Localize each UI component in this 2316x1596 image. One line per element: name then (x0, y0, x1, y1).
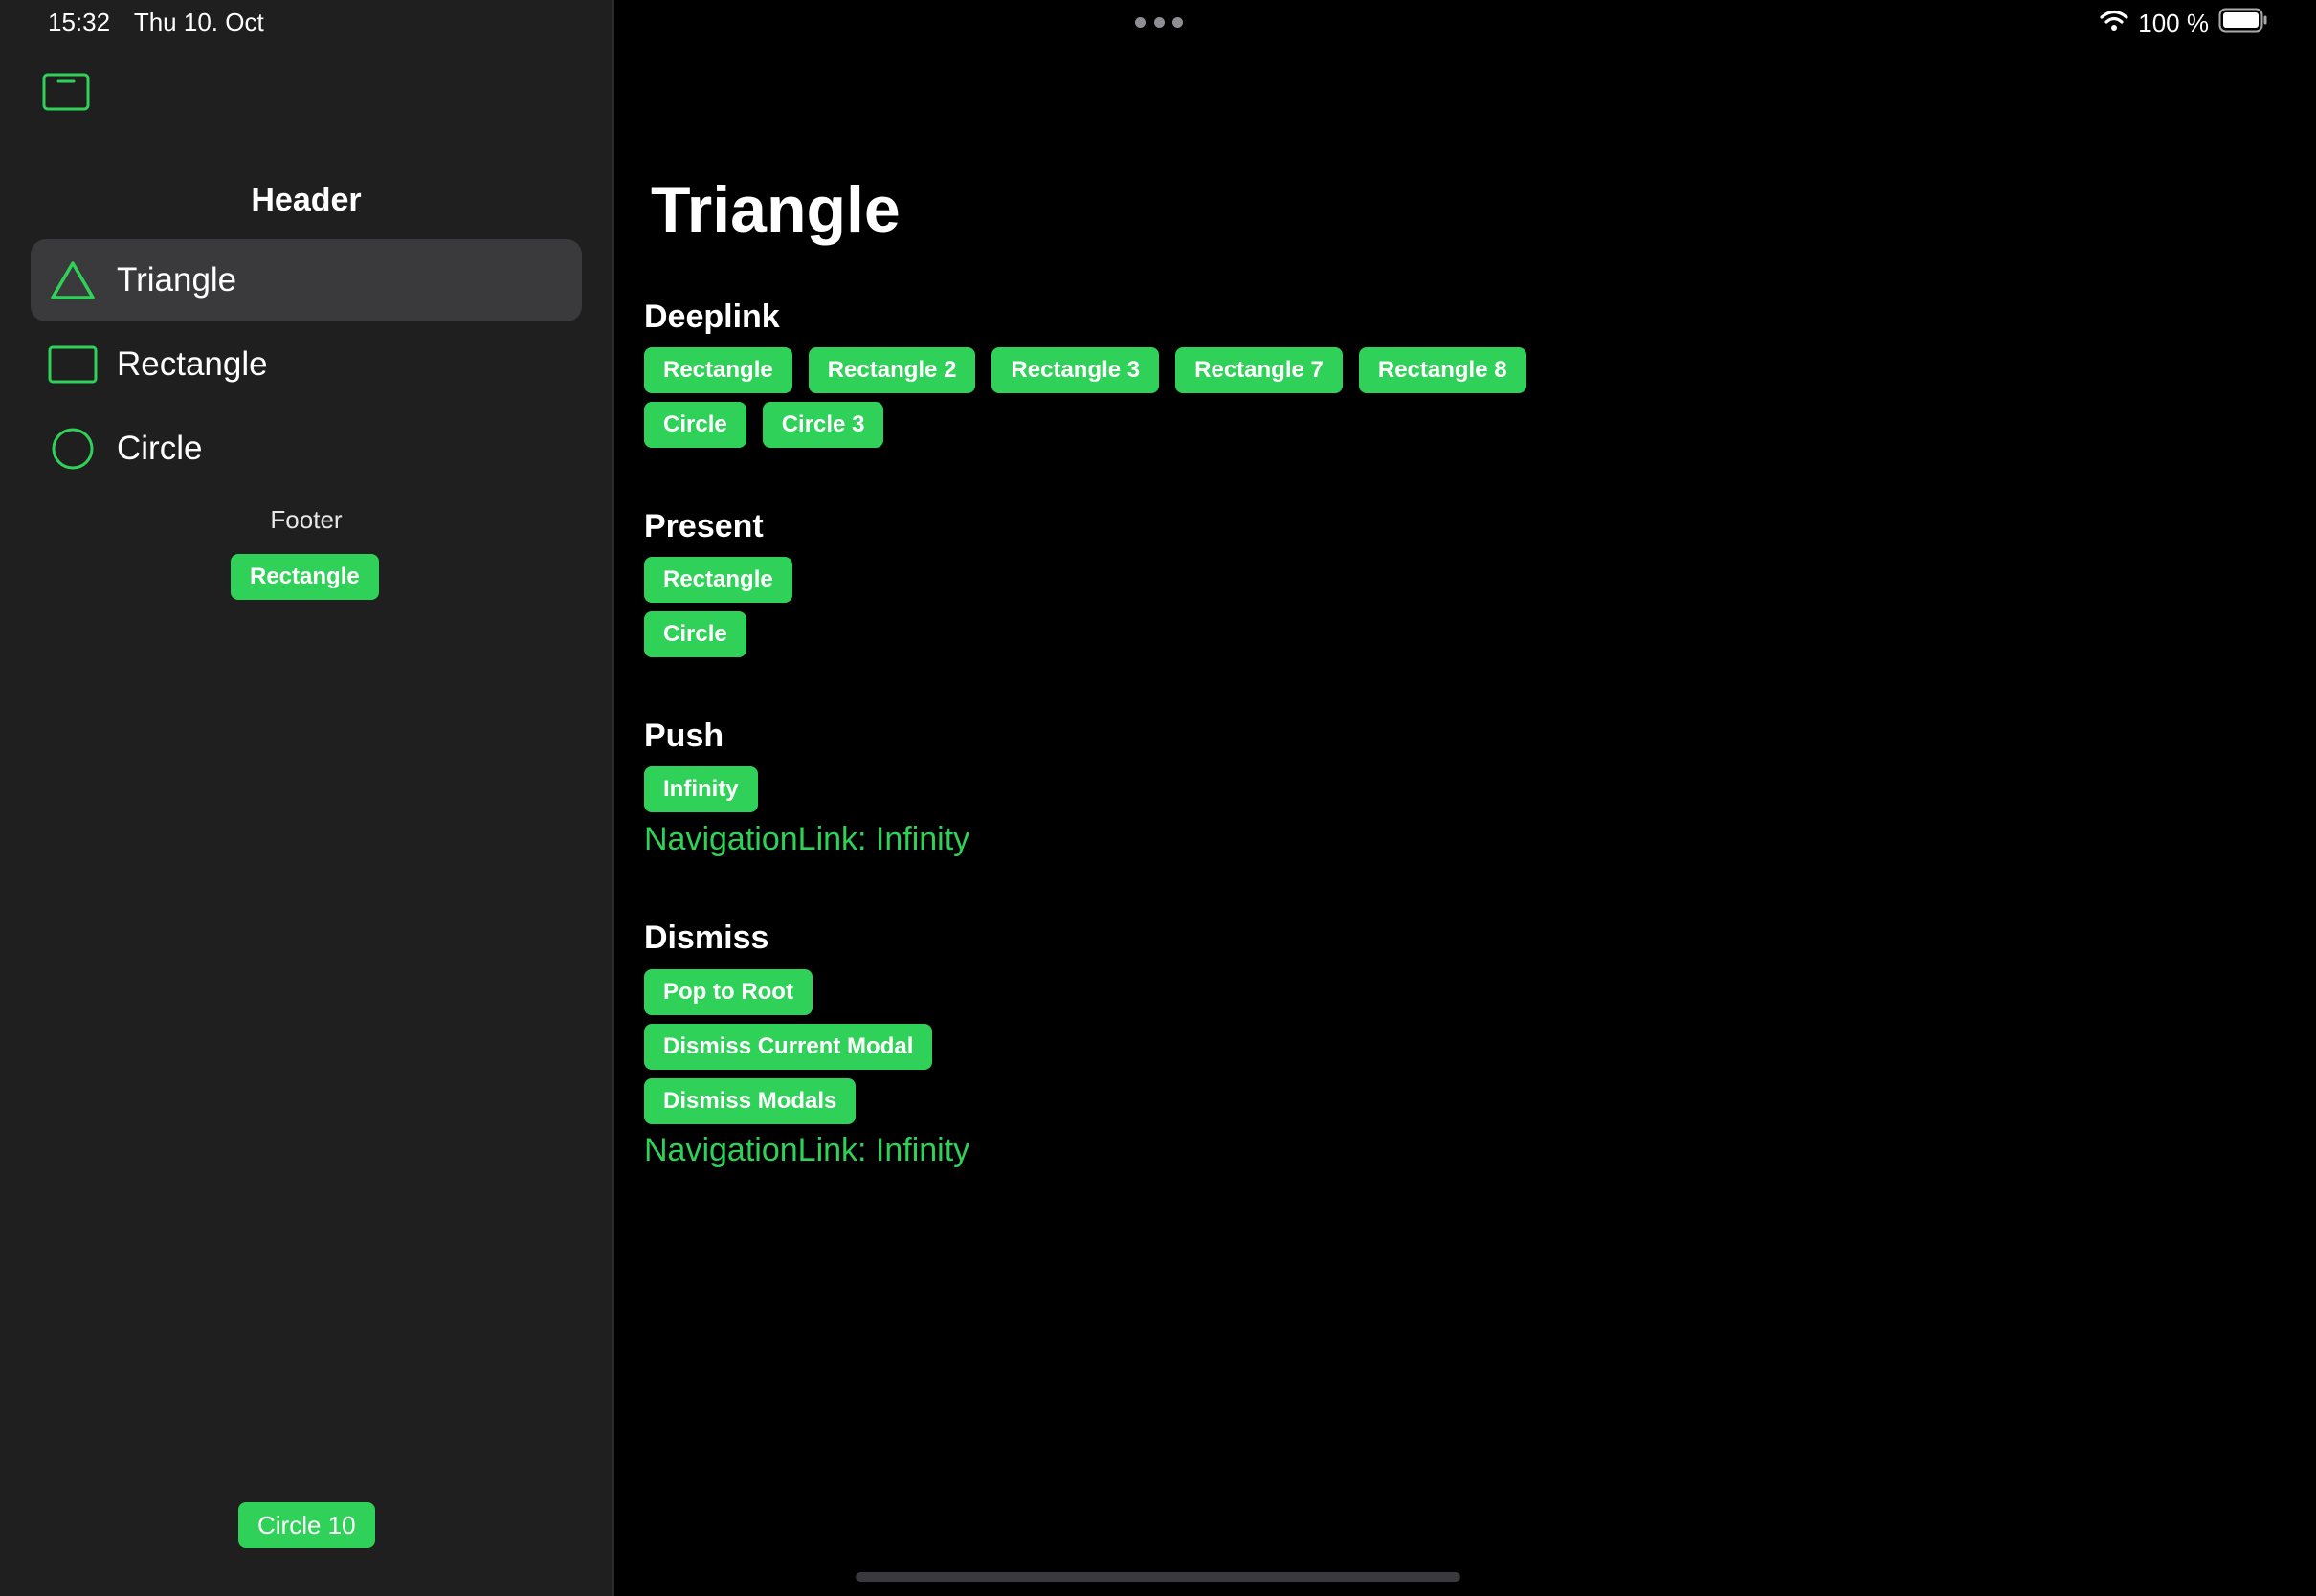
wifi-icon (2100, 9, 2128, 38)
deeplink-circle-button[interactable]: Circle (644, 402, 746, 448)
page-title: Triangle (651, 173, 901, 246)
push-infinity-button[interactable]: Infinity (644, 766, 758, 812)
multitasking-dots-icon[interactable] (1135, 15, 1183, 29)
dismiss-buttons-row-2: Dismiss Current Modal (644, 1024, 933, 1070)
deeplink-rectangle-7-button[interactable]: Rectangle 7 (1175, 347, 1343, 393)
dismiss-modals-button[interactable]: Dismiss Modals (644, 1078, 857, 1124)
battery-percentage: 100 % (2138, 9, 2209, 37)
status-time: 15:32 (48, 8, 111, 36)
push-navigation-link[interactable]: NavigationLink: Infinity (644, 821, 969, 858)
deeplink-rectangle-2-button[interactable]: Rectangle 2 (808, 347, 976, 393)
footer-rectangle-button[interactable]: Rectangle (231, 554, 379, 600)
status-bar-right: 100 % (2100, 8, 2268, 39)
deeplink-rectangle-3-button[interactable]: Rectangle 3 (991, 347, 1160, 393)
status-bar-left: 15:32 Thu 10. Oct (48, 8, 281, 37)
sidebar: 15:32 Thu 10. Oct Header Triangle Rectan… (0, 0, 612, 1596)
deeplink-rectangle-8-button[interactable]: Rectangle 8 (1358, 347, 1526, 393)
sidebar-item-triangle[interactable]: Triangle (31, 239, 582, 321)
circle-icon (44, 420, 101, 477)
sidebar-header: Header (251, 182, 362, 218)
sidebar-item-label: Triangle (117, 261, 237, 299)
rectangle-icon (44, 336, 101, 393)
split-view-divider[interactable] (612, 0, 614, 1596)
sidebar-item-label: Rectangle (117, 345, 268, 383)
deeplink-buttons-row-2: Circle Circle 3 (644, 402, 884, 448)
sidebar-item-circle[interactable]: Circle (31, 408, 582, 490)
dismiss-navigation-link[interactable]: NavigationLink: Infinity (644, 1132, 969, 1169)
section-title-deeplink: Deeplink (644, 299, 780, 335)
section-title-present: Present (644, 508, 764, 544)
pop-to-root-button[interactable]: Pop to Root (644, 969, 813, 1015)
deeplink-buttons-row-1: Rectangle Rectangle 2 Rectangle 3 Rectan… (644, 347, 1526, 393)
present-buttons-row-1: Rectangle (644, 557, 792, 603)
present-rectangle-button[interactable]: Rectangle (644, 557, 792, 603)
battery-icon (2218, 8, 2268, 39)
dismiss-buttons-row-3: Dismiss Modals (644, 1078, 857, 1124)
status-date: Thu 10. Oct (133, 8, 264, 36)
sidebar-footer: Footer (270, 505, 343, 534)
dismiss-current-modal-button[interactable]: Dismiss Current Modal (644, 1024, 933, 1070)
deeplink-circle-3-button[interactable]: Circle 3 (762, 402, 884, 448)
circle-10-button[interactable]: Circle 10 (238, 1502, 375, 1548)
present-circle-button[interactable]: Circle (644, 611, 746, 657)
sidebar-item-label: Circle (117, 430, 203, 467)
section-title-dismiss: Dismiss (644, 920, 769, 956)
push-buttons-row: Infinity (644, 766, 758, 812)
present-buttons-row-2: Circle (644, 611, 746, 657)
deeplink-rectangle-button[interactable]: Rectangle (644, 347, 792, 393)
triangle-icon (44, 252, 101, 309)
sidebar-toggle-icon[interactable] (42, 73, 90, 111)
sidebar-item-rectangle[interactable]: Rectangle (31, 323, 582, 406)
home-indicator[interactable] (856, 1572, 1460, 1582)
section-title-push: Push (644, 718, 724, 754)
dismiss-buttons-row-1: Pop to Root (644, 969, 813, 1015)
